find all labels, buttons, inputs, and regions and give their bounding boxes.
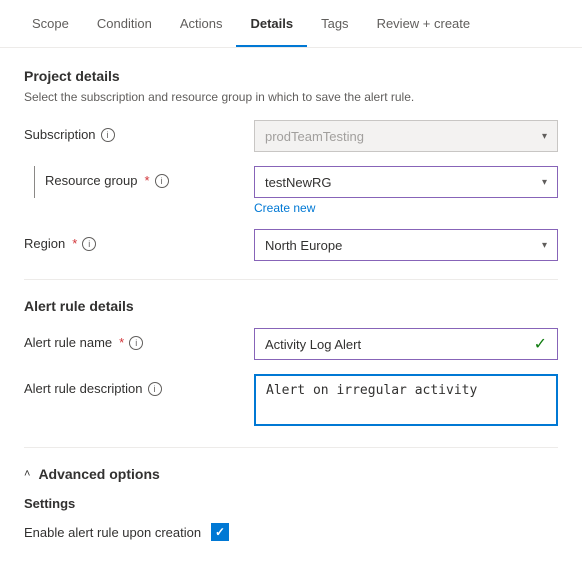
nav-review-create[interactable]: Review + create xyxy=(363,2,485,47)
subscription-dropdown[interactable]: prodTeamTesting ▾ xyxy=(254,120,558,152)
resource-group-label-container: Resource group * i xyxy=(24,166,254,198)
project-details-desc: Select the subscription and resource gro… xyxy=(24,90,558,104)
region-row: Region * i North Europe ▾ xyxy=(24,229,558,261)
enable-alert-row: Enable alert rule upon creation ✓ xyxy=(24,523,558,541)
create-new-link[interactable]: Create new xyxy=(254,201,315,215)
nav-actions[interactable]: Actions xyxy=(166,2,237,47)
alert-rule-desc-control xyxy=(254,374,558,429)
subscription-value: prodTeamTesting xyxy=(265,129,364,144)
enable-alert-label: Enable alert rule upon creation xyxy=(24,525,201,540)
nav-scope[interactable]: Scope xyxy=(18,2,83,47)
region-dropdown[interactable]: North Europe ▾ xyxy=(254,229,558,261)
region-value: North Europe xyxy=(265,238,342,253)
advanced-options-title: Advanced options xyxy=(38,466,159,482)
project-details-section: Project details Select the subscription … xyxy=(24,68,558,261)
region-chevron-icon: ▾ xyxy=(542,240,547,251)
alert-rule-desc-label: Alert rule description i xyxy=(24,374,254,396)
alert-rule-description-input[interactable] xyxy=(254,374,558,426)
nav-details[interactable]: Details xyxy=(236,2,307,47)
main-content: Project details Select the subscription … xyxy=(0,48,582,561)
section-divider-1 xyxy=(24,279,558,280)
alert-rule-details-section: Alert rule details Alert rule name * i A… xyxy=(24,298,558,429)
alert-rule-name-row: Alert rule name * i Activity Log Alert ✓ xyxy=(24,328,558,360)
alert-rule-name-value: Activity Log Alert xyxy=(265,337,361,352)
project-details-title: Project details xyxy=(24,68,558,84)
resource-group-label: Resource group * i xyxy=(35,166,254,188)
subscription-label: Subscription i xyxy=(24,120,254,142)
settings-label: Settings xyxy=(24,496,558,511)
section-divider-2 xyxy=(24,447,558,448)
checkbox-checkmark-icon: ✓ xyxy=(215,525,225,539)
resource-group-dropdown[interactable]: testNewRG ▾ xyxy=(254,166,558,198)
resource-group-chevron-icon: ▾ xyxy=(542,177,547,188)
enable-alert-checkbox[interactable]: ✓ xyxy=(211,523,229,541)
region-control: North Europe ▾ xyxy=(254,229,558,261)
alert-rule-name-input[interactable]: Activity Log Alert ✓ xyxy=(254,328,558,360)
desc-info-icon[interactable]: i xyxy=(148,382,162,396)
alert-rule-details-title: Alert rule details xyxy=(24,298,558,314)
region-label: Region * i xyxy=(24,229,254,251)
top-navigation: Scope Condition Actions Details Tags Rev… xyxy=(0,0,582,48)
resource-group-row: Resource group * i testNewRG ▾ Create ne… xyxy=(24,166,558,215)
alert-rule-name-label: Alert rule name * i xyxy=(24,328,254,350)
subscription-control: prodTeamTesting ▾ xyxy=(254,120,558,152)
resource-group-required: * xyxy=(145,173,150,188)
nav-condition[interactable]: Condition xyxy=(83,2,166,47)
resource-group-control: testNewRG ▾ Create new xyxy=(254,166,558,215)
region-required: * xyxy=(72,236,77,251)
alert-rule-desc-row: Alert rule description i xyxy=(24,374,558,429)
resource-group-info-icon[interactable]: i xyxy=(155,174,169,188)
name-info-icon[interactable]: i xyxy=(129,336,143,350)
name-check-icon: ✓ xyxy=(534,334,547,354)
region-info-icon[interactable]: i xyxy=(82,237,96,251)
subscription-info-icon[interactable]: i xyxy=(101,128,115,142)
subscription-row: Subscription i prodTeamTesting ▾ xyxy=(24,120,558,152)
resource-group-value: testNewRG xyxy=(265,175,331,190)
advanced-options-section: ˄ Advanced options Settings Enable alert… xyxy=(24,466,558,541)
advanced-chevron-icon: ˄ xyxy=(24,468,30,480)
advanced-options-header[interactable]: ˄ Advanced options xyxy=(24,466,558,482)
nav-tags[interactable]: Tags xyxy=(307,2,362,47)
checkbox-box: ✓ xyxy=(211,523,229,541)
name-required: * xyxy=(119,335,124,350)
alert-rule-name-control: Activity Log Alert ✓ xyxy=(254,328,558,360)
subscription-chevron-icon: ▾ xyxy=(542,131,547,142)
